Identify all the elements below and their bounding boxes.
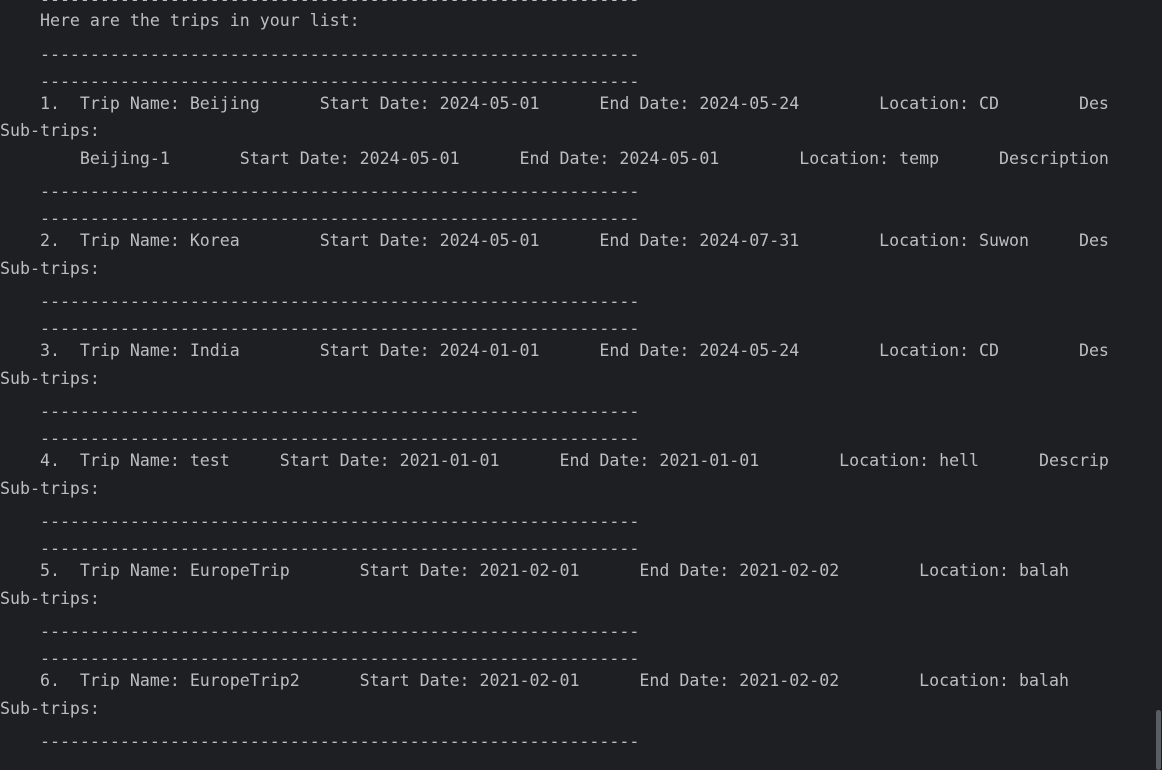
subtrip-line: Beijing-1 Start Date: 2024-05-01 End Dat…: [0, 149, 1109, 168]
subtrips-label: Sub-trips:: [0, 479, 100, 498]
subtrips-label: Sub-trips:: [0, 589, 100, 608]
separator-line: ----------------------------------------…: [0, 622, 640, 641]
trip-line-6: 6. Trip Name: EuropeTrip2 Start Date: 20…: [0, 671, 1069, 690]
separator-line: ----------------------------------------…: [0, 402, 640, 421]
scrollbar-thumb[interactable]: [1156, 710, 1161, 770]
trip-line-2: 2. Trip Name: Korea Start Date: 2024-05-…: [0, 231, 1109, 250]
separator-line: ----------------------------------------…: [0, 732, 640, 751]
separator-line: ----------------------------------------…: [0, 319, 640, 338]
separator-line: ----------------------------------------…: [0, 209, 640, 228]
separator-line: ----------------------------------------…: [0, 539, 640, 558]
subtrips-label: Sub-trips:: [0, 699, 100, 718]
separator-line: ----------------------------------------…: [0, 429, 640, 448]
subtrips-label: Sub-trips:: [0, 121, 100, 140]
trip-line-1: 1. Trip Name: Beijing Start Date: 2024-0…: [0, 94, 1109, 113]
separator-line: ----------------------------------------…: [0, 649, 640, 668]
vertical-scrollbar[interactable]: [1154, 0, 1162, 770]
console-output[interactable]: ----------------------------------------…: [0, 0, 1162, 770]
separator-line: ----------------------------------------…: [0, 292, 640, 311]
trip-line-5: 5. Trip Name: EuropeTrip Start Date: 202…: [0, 561, 1069, 580]
trip-line-3: 3. Trip Name: India Start Date: 2024-01-…: [0, 341, 1109, 360]
subtrips-label: Sub-trips:: [0, 259, 100, 278]
separator-line: ----------------------------------------…: [0, 512, 640, 531]
separator-line: ----------------------------------------…: [0, 182, 640, 201]
separator-line: ----------------------------------------…: [0, 0, 639, 10]
subtrips-label: Sub-trips:: [0, 369, 100, 388]
list-header: Here are the trips in your list:: [0, 11, 360, 30]
separator-line: ----------------------------------------…: [0, 45, 640, 64]
separator-line: ----------------------------------------…: [0, 72, 640, 91]
trip-line-4: 4. Trip Name: test Start Date: 2021-01-0…: [0, 451, 1109, 470]
